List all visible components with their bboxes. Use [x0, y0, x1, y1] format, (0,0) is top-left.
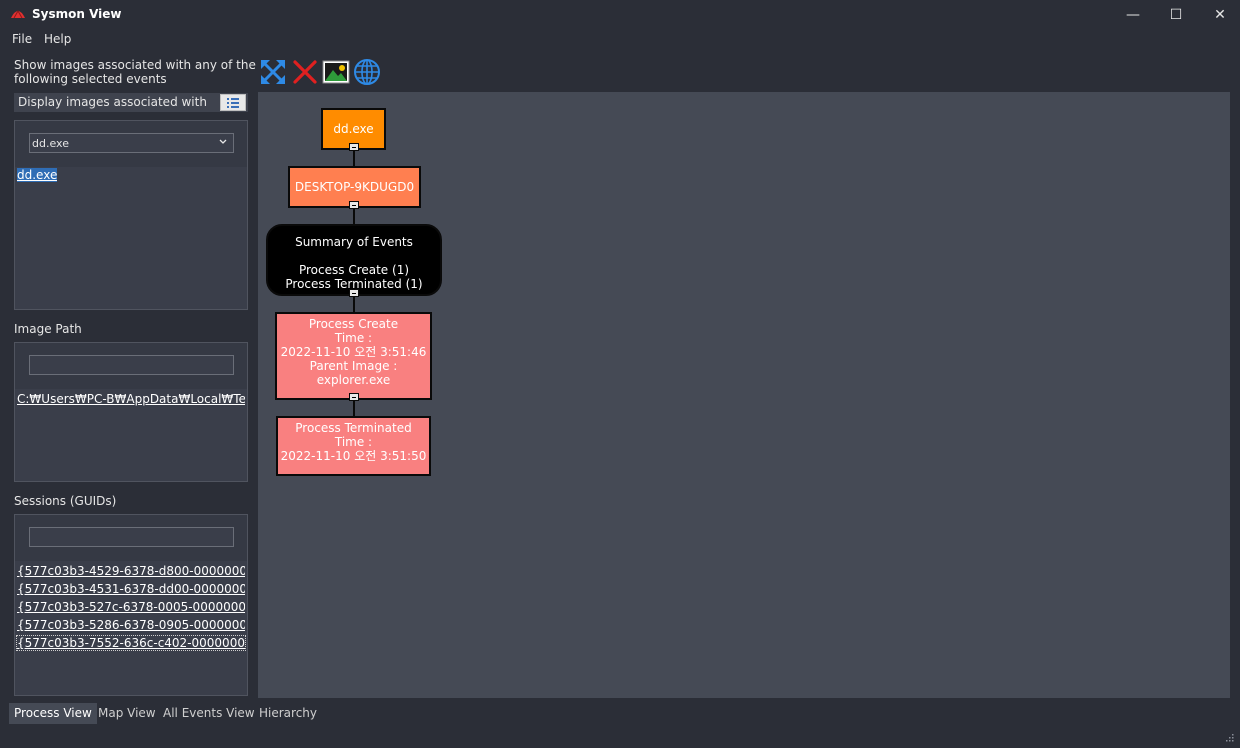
graph-edge: [353, 206, 355, 226]
image-icon[interactable]: [322, 58, 350, 86]
image-path-panel: C:₩Users₩PC-B₩AppData₩Local₩Temp₩: [14, 342, 248, 482]
image-node-label: dd.exe: [333, 122, 374, 136]
maximize-button[interactable]: ☐: [1153, 0, 1199, 30]
globe-icon[interactable]: [353, 58, 381, 86]
tab-all-events-view[interactable]: All Events View: [158, 703, 260, 724]
session-list-item[interactable]: {577c03b3-5286-6378-0905-000000000e: [17, 618, 245, 632]
image-path-search-input[interactable]: [29, 355, 234, 375]
menu-file[interactable]: File: [12, 32, 32, 46]
process-create-title: Process Create: [308, 317, 399, 331]
close-x-icon[interactable]: [291, 58, 319, 86]
images-panel-header: dd.exe: [15, 121, 247, 167]
image-path-list-item[interactable]: C:₩Users₩PC-B₩AppData₩Local₩Temp₩: [17, 392, 245, 406]
collapse-toggle[interactable]: [349, 201, 359, 209]
close-button[interactable]: ✕: [1197, 0, 1240, 30]
image-path-label: Image Path: [14, 322, 82, 336]
image-list-item[interactable]: dd.exe: [17, 168, 58, 182]
process-terminated-time-label: Time :: [334, 435, 373, 449]
process-create-time: 2022-11-10 오전 3:51:46: [280, 345, 427, 359]
sessions-panel-header: [15, 515, 247, 561]
app-icon: [11, 9, 25, 19]
minimize-button[interactable]: —: [1110, 0, 1156, 30]
images-combo-value: dd.exe: [32, 137, 69, 150]
collapse-toggle[interactable]: [349, 393, 359, 401]
collapse-toggle[interactable]: [349, 143, 359, 151]
resize-grip-icon[interactable]: [1224, 732, 1234, 742]
tab-process-view[interactable]: Process View: [9, 703, 97, 724]
expand-arrows-icon[interactable]: [259, 58, 287, 86]
images-panel: dd.exe dd.exe: [14, 120, 248, 310]
filter-instruction: Show images associated with any of the f…: [14, 58, 256, 86]
list-view-button[interactable]: [220, 94, 246, 111]
tab-map-view[interactable]: Map View: [93, 703, 161, 724]
chevron-down-icon: [219, 139, 227, 144]
sessions-search-input[interactable]: [29, 527, 234, 547]
session-list-item[interactable]: {577c03b3-4531-6378-dd00-000000000e: [17, 582, 245, 596]
summary-title: Summary of Events: [295, 235, 413, 249]
list-icon: [227, 98, 239, 108]
graph-edge: [353, 294, 355, 314]
process-create-node[interactable]: Process Create Time : 2022-11-10 오전 3:51…: [275, 312, 432, 400]
summary-node[interactable]: Summary of Events Process Create (1) Pro…: [266, 224, 442, 296]
display-images-label: Display images associated with: [18, 95, 207, 109]
host-node-label: DESKTOP-9KDUGD0: [294, 180, 415, 194]
image-path-panel-header: [15, 343, 247, 389]
collapse-toggle[interactable]: [349, 289, 359, 297]
session-list-item[interactable]: {577c03b3-527c-6378-0005-000000000e: [17, 600, 245, 614]
sessions-panel: {577c03b3-4529-6378-d800-000000000e {577…: [14, 514, 248, 696]
session-list-item[interactable]: {577c03b3-7552-636c-c402-000000000e: [16, 635, 246, 651]
filter-instruction-line1: Show images associated with any of the: [14, 58, 256, 72]
title-bar: Sysmon View — ☐ ✕: [0, 0, 1240, 30]
filter-instruction-line2: following selected events: [14, 72, 167, 86]
process-terminated-node[interactable]: Process Terminated Time : 2022-11-10 오전 …: [276, 416, 431, 476]
graph-edge: [353, 398, 355, 418]
process-create-parent: explorer.exe: [316, 373, 391, 387]
display-images-row: Display images associated with: [14, 93, 248, 112]
tab-hierarchy[interactable]: Hierarchy: [254, 703, 322, 724]
summary-process-create: Process Create (1): [298, 263, 410, 277]
process-create-time-label: Time :: [334, 331, 373, 345]
process-graph-canvas[interactable]: dd.exe DESKTOP-9KDUGD0 Summary of Events…: [258, 92, 1230, 698]
window-title: Sysmon View: [32, 7, 122, 21]
sessions-label: Sessions (GUIDs): [14, 494, 117, 508]
menu-help[interactable]: Help: [44, 32, 71, 46]
menu-bar: File Help: [0, 30, 1240, 50]
session-list-item[interactable]: {577c03b3-4529-6378-d800-000000000e: [17, 564, 245, 578]
process-terminated-time: 2022-11-10 오전 3:51:50: [280, 449, 427, 463]
graph-edge: [353, 148, 355, 168]
process-terminated-title: Process Terminated: [295, 421, 412, 435]
process-create-parent-label: Parent Image :: [309, 359, 398, 373]
images-combo[interactable]: dd.exe: [29, 133, 234, 153]
